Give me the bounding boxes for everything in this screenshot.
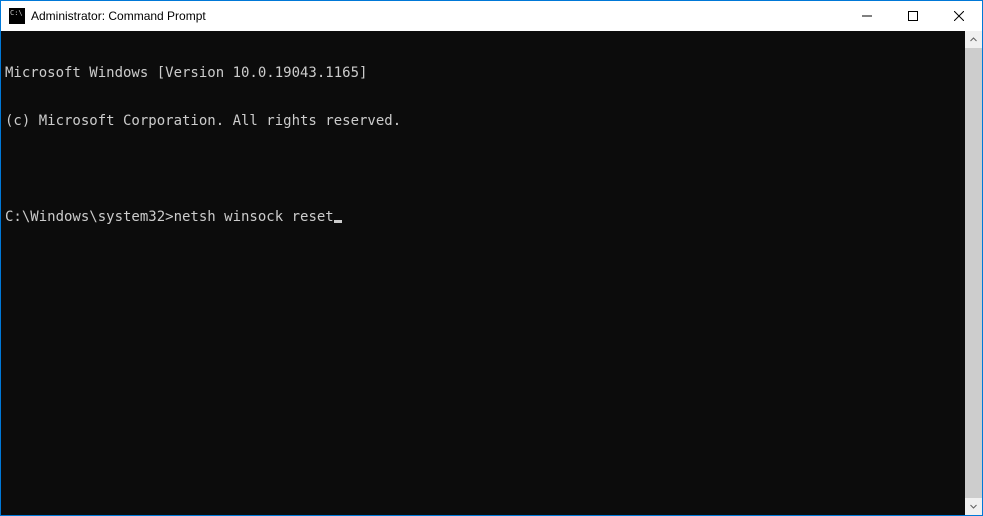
- scrollbar-up-button[interactable]: [965, 31, 982, 48]
- scrollbar-thumb[interactable]: [965, 48, 982, 498]
- vertical-scrollbar[interactable]: [965, 31, 982, 515]
- scrollbar-down-button[interactable]: [965, 498, 982, 515]
- window-controls: [844, 1, 982, 31]
- maximize-icon: [908, 11, 918, 21]
- chevron-down-icon: [970, 503, 977, 510]
- titlebar[interactable]: Administrator: Command Prompt: [1, 1, 982, 31]
- terminal-blank-line: [5, 161, 961, 177]
- scrollbar-track[interactable]: [965, 48, 982, 498]
- maximize-button[interactable]: [890, 1, 936, 31]
- content-area: Microsoft Windows [Version 10.0.19043.11…: [1, 31, 982, 515]
- cmd-icon: [9, 8, 25, 24]
- terminal-prompt: C:\Windows\system32>: [5, 209, 174, 225]
- window-title: Administrator: Command Prompt: [31, 9, 844, 23]
- chevron-up-icon: [970, 36, 977, 43]
- terminal-command: netsh winsock reset: [174, 209, 334, 225]
- minimize-button[interactable]: [844, 1, 890, 31]
- terminal-cursor: [334, 220, 342, 223]
- command-prompt-window: Administrator: Command Prompt Mic: [0, 0, 983, 516]
- minimize-icon: [862, 11, 872, 21]
- close-icon: [954, 11, 964, 21]
- close-button[interactable]: [936, 1, 982, 31]
- terminal-output-line: Microsoft Windows [Version 10.0.19043.11…: [5, 65, 961, 81]
- terminal[interactable]: Microsoft Windows [Version 10.0.19043.11…: [1, 31, 965, 515]
- terminal-prompt-line: C:\Windows\system32>netsh winsock reset: [5, 209, 961, 225]
- terminal-output-line: (c) Microsoft Corporation. All rights re…: [5, 113, 961, 129]
